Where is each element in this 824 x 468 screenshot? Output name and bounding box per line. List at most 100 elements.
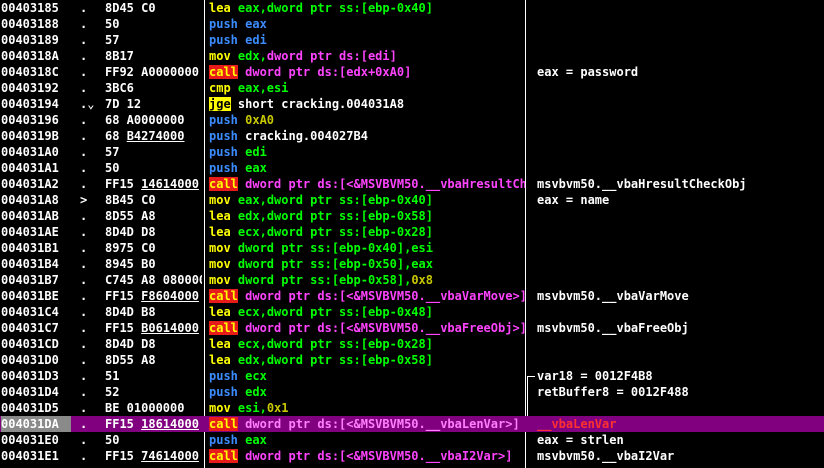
instruction-comment — [537, 336, 824, 352]
mnemonic: push — [209, 145, 238, 159]
operand: dword ptr ss:[ebp-0x58] — [266, 209, 433, 223]
jump-marker: . — [80, 177, 88, 191]
selected-instruction-row[interactable]: 004031DA. FF15 18614000 call dword ptr ds:… — [0, 416, 824, 432]
instruction-comment — [537, 80, 824, 96]
instruction-address: 004031B1 — [1, 241, 59, 255]
instruction-bytes: FF15 B0614000 — [105, 321, 199, 335]
instruction-row[interactable]: 004031A1. 50 push eax — [0, 160, 824, 176]
instruction-row[interactable]: 004031D4. 52 push edx retBuffer8 = 0012F488 — [0, 384, 824, 400]
instruction-disassembly: mov esi,0x1 — [209, 400, 525, 416]
mnemonic: push — [209, 17, 238, 31]
instruction-bytes: FF15 F8604000 — [105, 289, 199, 303]
operand: dword ptr ss:[ebp-0x50],eax — [230, 257, 433, 271]
disassembly-view[interactable]: 00403185. 8D45 C0 lea eax,dword ptr ss:[eb… — [0, 0, 824, 468]
instruction-disassembly: mov edx,dword ptr ds:[edi] — [209, 48, 525, 64]
instruction-comment — [537, 272, 824, 288]
mnemonic: push — [209, 433, 238, 447]
instruction-bytes: 8B17 — [105, 49, 134, 63]
instruction-row[interactable]: 004031D5. BE 01000000 mov esi,0x1 — [0, 400, 824, 416]
jump-marker: . — [80, 145, 88, 159]
instruction-row[interactable]: 004031AE. 8D4D D8 lea ecx,dword ptr ss:[eb… — [0, 224, 824, 240]
mnemonic: push — [209, 113, 238, 127]
instruction-comment: retBuffer8 = 0012F488 — [537, 385, 689, 399]
instruction-disassembly: lea edx,dword ptr ss:[ebp-0x58] — [209, 352, 525, 368]
instruction-bytes: 50 — [105, 433, 120, 447]
instruction-bytes: FF15 18614000 — [105, 417, 199, 431]
jump-marker: . — [80, 49, 88, 63]
jump-marker: . — [80, 225, 88, 239]
operand: eax,esi — [230, 81, 289, 95]
operand: edi — [237, 33, 267, 47]
operand: eax — [237, 161, 267, 175]
instruction-row[interactable]: 004031A8 >8B45 C0 mov eax,dword ptr ss:[eb… — [0, 192, 824, 208]
jump-marker: . — [80, 161, 88, 175]
jump-marker: . — [80, 81, 88, 95]
instruction-row[interactable]: 004031D0. 8D55 A8 lea edx,dword ptr ss:[eb… — [0, 352, 824, 368]
instruction-row[interactable]: 004031B1. 8975 C0 mov dword ptr ss:[ebp-0x… — [0, 240, 824, 256]
operand: dword ptr ds:[edx+0xA0] — [237, 65, 412, 79]
instruction-address: 004031A1 — [1, 161, 59, 175]
instruction-row[interactable]: 00403188. 50 push eax — [0, 16, 824, 32]
instruction-row[interactable]: 00403192. 3BC6 cmp eax,esi — [0, 80, 824, 96]
instruction-row[interactable]: 00403185. 8D45 C0 lea eax,dword ptr ss:[eb… — [0, 0, 824, 16]
operand: dword ptr ds:[<&MSVBVM50.__vbaFreeObj>] — [237, 321, 525, 335]
instruction-address: 0040318A — [1, 49, 59, 63]
instruction-row[interactable]: 00403194 .⌄ 7D 12 jge short cracking.004031… — [0, 96, 824, 112]
instruction-address: 004031BE — [1, 289, 59, 303]
instruction-row[interactable]: 004031E1. FF15 74614000 call dword ptr ds:… — [0, 448, 824, 464]
jump-marker: . — [80, 241, 88, 255]
instruction-comment — [537, 128, 824, 144]
instruction-bytes: 57 — [105, 145, 120, 159]
operand: edx, — [230, 353, 267, 367]
instruction-row[interactable]: 0040319B. 68 B4274000 push cracking.004027… — [0, 128, 824, 144]
instruction-comment: eax = password — [537, 65, 639, 79]
instruction-row[interactable]: 004031B7. C745 A8 08000000 mov dword ptr s… — [0, 272, 824, 288]
operand: 0x8 — [411, 273, 433, 287]
instruction-row[interactable]: 004031BE. FF15 F8604000 call dword ptr ds:… — [0, 288, 824, 304]
instruction-comment — [537, 48, 824, 64]
operand: dword ptr ss:[ebp-0x58] — [266, 353, 433, 367]
instruction-row[interactable]: 004031AB. 8D55 A8 lea edx,dword ptr ss:[eb… — [0, 208, 824, 224]
operand: eax, — [230, 1, 267, 15]
jump-marker: > — [80, 193, 88, 207]
instruction-address: 0040319B — [1, 129, 59, 143]
mnemonic: push — [209, 369, 238, 383]
instruction-address: 004031B4 — [1, 257, 59, 271]
jump-marker: . — [80, 129, 88, 143]
instruction-row[interactable]: 004031CD. 8D4D D8 lea ecx,dword ptr ss:[eb… — [0, 336, 824, 352]
instruction-address: 004031AB — [1, 209, 59, 223]
instruction-row[interactable]: 004031D3. 51 push ecx var18 = 0012F4B8 — [0, 368, 824, 384]
jump-marker: . — [80, 1, 88, 15]
instruction-row[interactable]: 004031C7. FF15 B0614000 call dword ptr ds:… — [0, 320, 824, 336]
instruction-address: 004031A2 — [1, 177, 59, 191]
jump-marker: . — [80, 65, 88, 79]
jump-marker: . — [80, 449, 88, 463]
instruction-row[interactable]: 0040318C. FF92 A0000000 call dword ptr ds:… — [0, 64, 824, 80]
instruction-row[interactable]: 0040318A. 8B17 mov edx,dword ptr ds:[edi] — [0, 48, 824, 64]
operand: dword ptr ss:[ebp-0x28] — [266, 225, 433, 239]
instruction-bytes: 8D4D D8 — [105, 337, 156, 351]
mnemonic: call — [209, 65, 238, 79]
jump-marker: . — [80, 209, 88, 223]
instruction-address: 00403196 — [1, 113, 59, 127]
instruction-row[interactable]: 004031A2. FF15 14614000 call dword ptr ds:… — [0, 176, 824, 192]
instruction-row[interactable]: 00403189. 57 push edi — [0, 32, 824, 48]
instruction-disassembly: push cracking.004027B4 — [209, 128, 525, 144]
instruction-comment — [537, 400, 824, 416]
instruction-disassembly: lea ecx,dword ptr ss:[ebp-0x48] — [209, 304, 525, 320]
instruction-row[interactable]: 00403196. 68 A0000000 push 0xA0 — [0, 112, 824, 128]
instruction-row[interactable]: 004031A0. 57 push edi — [0, 144, 824, 160]
instruction-row[interactable]: 004031E0. 50 push eax eax = strlen — [0, 432, 824, 448]
jump-marker: . — [80, 289, 88, 303]
instruction-row[interactable]: 004031C4. 8D4D B8 lea ecx,dword ptr ss:[eb… — [0, 304, 824, 320]
operand: dword ptr ds:[<&MSVBVM50.__vbaHresultChe… — [245, 177, 525, 191]
instruction-disassembly: lea ecx,dword ptr ss:[ebp-0x28] — [209, 336, 525, 352]
instruction-disassembly: lea ecx,dword ptr ss:[ebp-0x28] — [209, 224, 525, 240]
jump-marker: . — [80, 305, 88, 319]
instruction-row[interactable]: 004031B4. 8945 B0 mov dword ptr ss:[ebp-0x… — [0, 256, 824, 272]
operand: 0xA0 — [237, 113, 275, 127]
instruction-comment: eax = name — [537, 193, 610, 207]
operand: edi — [237, 145, 267, 159]
instruction-disassembly: call dword ptr ds:[<&MSVBVM50.__vbaLenVa… — [209, 416, 525, 432]
instruction-bytes: 8D4D D8 — [105, 225, 156, 239]
